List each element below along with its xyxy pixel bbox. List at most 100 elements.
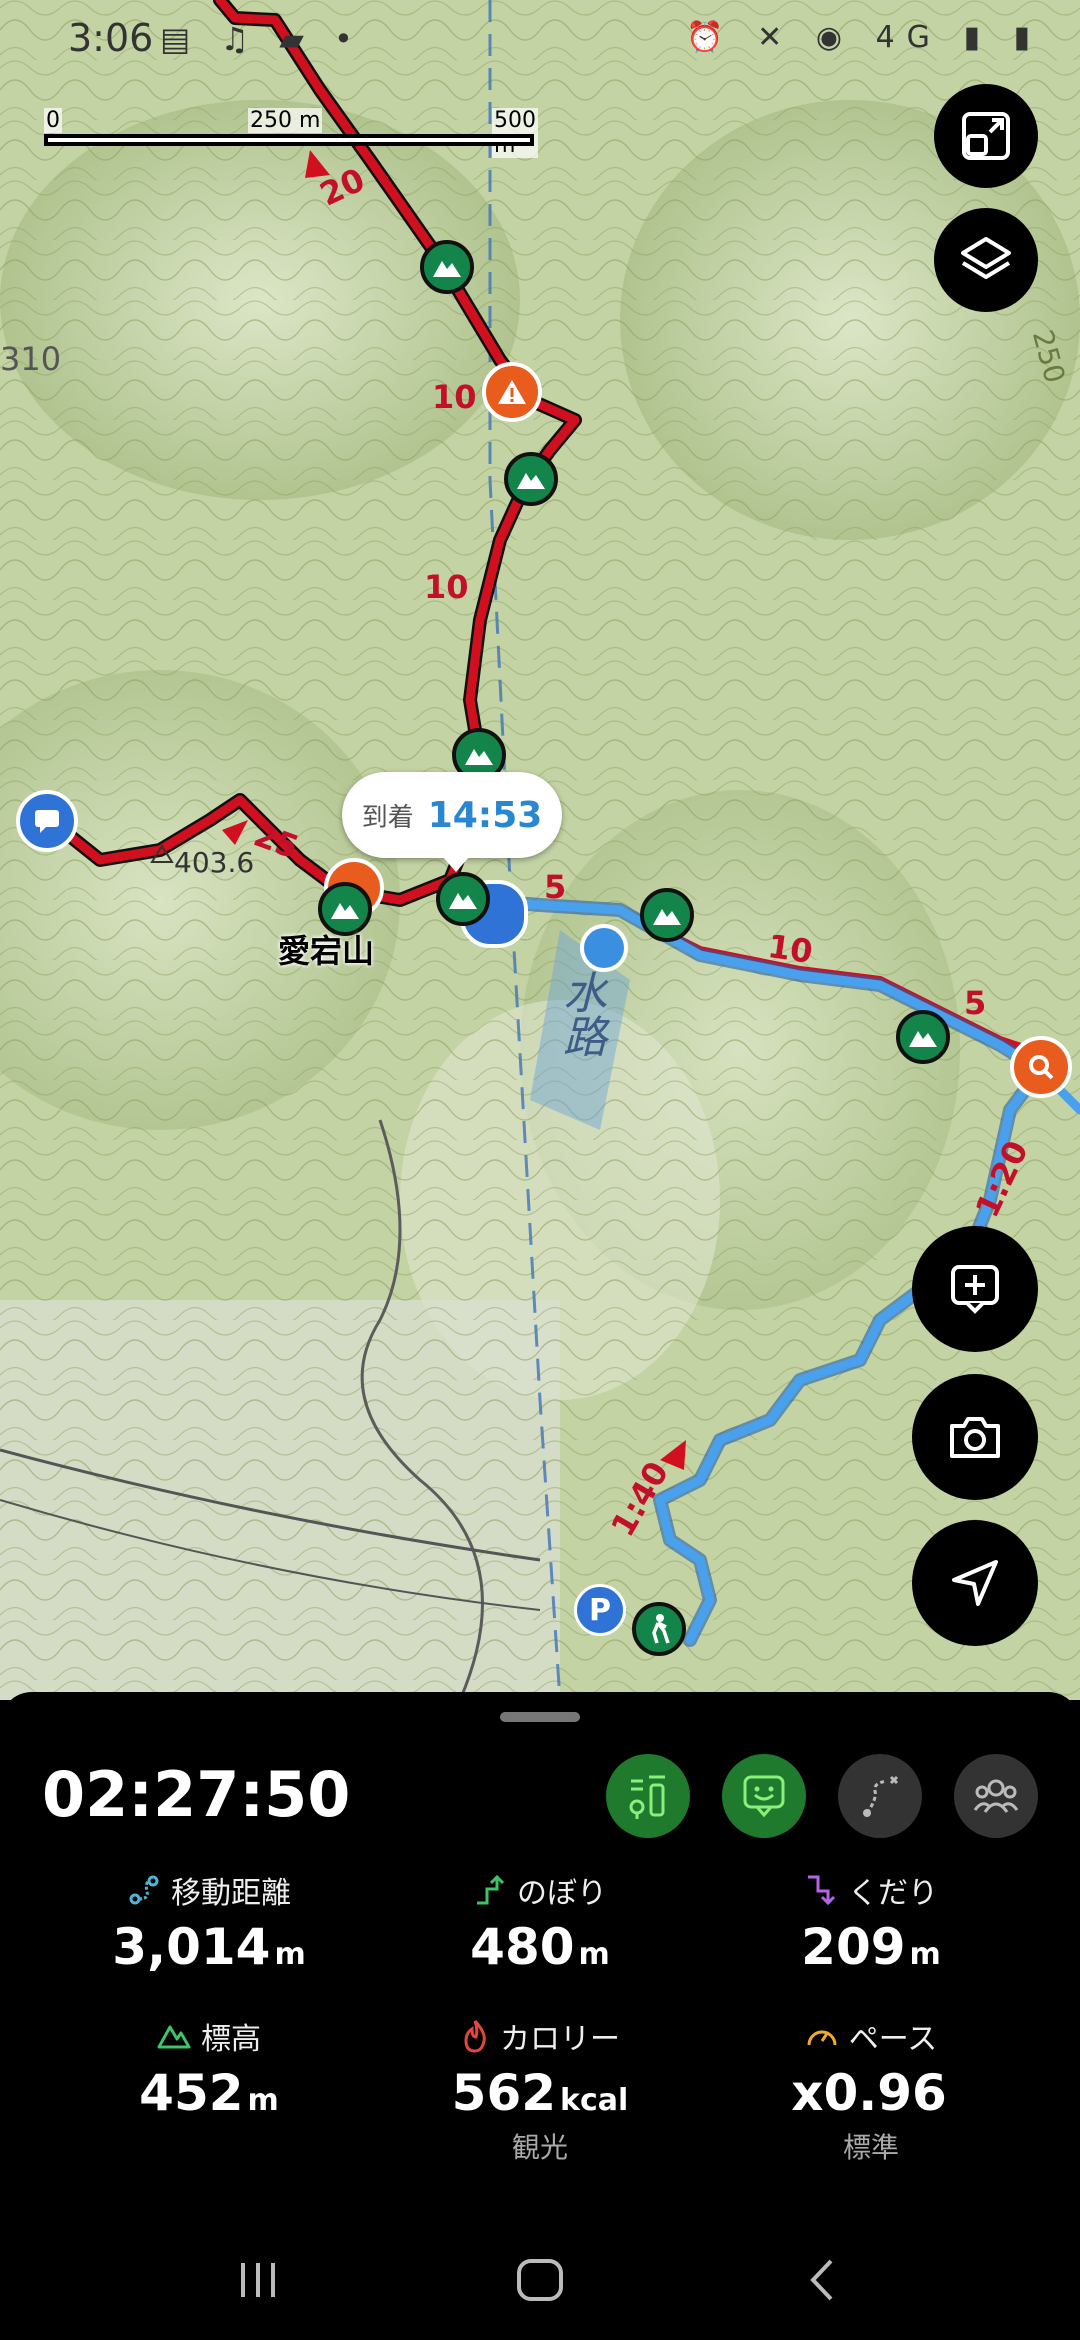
stat-ascent: のぼり 480 m — [375, 1868, 705, 1976]
spot-height-label: 403.6 — [174, 846, 255, 879]
stat-value: 3,014 — [112, 1918, 271, 1976]
hiker-icon — [652, 1614, 670, 1644]
group-toggle[interactable] — [954, 1754, 1038, 1838]
distance-icon — [129, 1875, 159, 1905]
arrival-time: 14:53 — [427, 794, 543, 836]
route-time-5b: 5 — [964, 984, 987, 1022]
mountain-icon — [465, 749, 493, 765]
mountain-poi[interactable] — [640, 888, 694, 942]
stat-descent: くだり 209 m — [706, 1868, 1036, 1976]
mountain-poi[interactable] — [420, 240, 474, 294]
arrival-label: 到着 — [361, 802, 414, 833]
stat-elevation: 標高 452 m — [44, 2014, 374, 2122]
warning-poi[interactable] — [482, 362, 542, 422]
stat-label: 移動距離 — [171, 1876, 291, 1911]
magnifier-icon — [1029, 1055, 1054, 1080]
scale-bar-line — [44, 134, 534, 146]
arrival-bubble[interactable]: 到着 14:53 — [342, 772, 562, 872]
map-view[interactable]: 3:06 ▤ ♫ ▰ • ⏰ ✕ ◉ 4G ▮ ▮ 0 250 m 500 m … — [0, 0, 1080, 1700]
recents-icon — [241, 2263, 275, 2297]
water-label: 水路 — [555, 970, 606, 1058]
layers-button[interactable] — [934, 208, 1038, 312]
sheet-drag-handle[interactable] — [500, 1712, 580, 1722]
route-time-10b: 10 — [424, 568, 469, 606]
group-icon — [973, 1779, 1019, 1813]
system-icons: ⏰ ✕ ◉ 4G ▮ ▮ — [686, 20, 1042, 55]
stat-label: 標高 — [201, 2022, 261, 2057]
descent-icon — [808, 1875, 836, 1906]
stat-subtext: 標準 — [842, 2131, 899, 2164]
stat-unit: m — [578, 1937, 610, 1972]
stat-subtext: 観光 — [511, 2131, 568, 2164]
flame-icon — [464, 2019, 486, 2053]
stat-unit: m — [247, 2083, 279, 2118]
ascent-icon — [477, 1874, 505, 1905]
route-time-5a: 5 — [544, 868, 567, 906]
home-icon — [517, 2259, 563, 2301]
navigation-arrow-icon — [952, 1560, 998, 1606]
stat-value: 562 — [451, 2064, 557, 2122]
route-time-10c: 10 — [765, 927, 815, 971]
home-button[interactable] — [490, 2240, 590, 2320]
notification-icons: ▤ ♫ ▰ • — [160, 20, 363, 58]
stat-value: 209 — [801, 1918, 906, 1976]
mountain-poi[interactable] — [436, 872, 490, 926]
elapsed-time: 02:27:50 — [42, 1758, 351, 1831]
add-comment-icon — [951, 1265, 999, 1314]
stat-label: くだり — [848, 1876, 938, 1911]
stat-unit: m — [274, 1937, 306, 1972]
scale-zero: 0 — [44, 108, 62, 133]
back-icon — [810, 2259, 833, 2301]
stat-value: x0.96 — [791, 2064, 947, 2122]
navigate-button[interactable] — [912, 1520, 1038, 1646]
stat-unit: kcal — [560, 2083, 629, 2118]
stat-value: 452 — [139, 2064, 244, 2122]
add-note-button[interactable] — [912, 1226, 1038, 1352]
peak-name-label: 愛宕山 — [278, 932, 375, 970]
scale-end: 500 m — [492, 108, 538, 158]
path-icon — [863, 1775, 899, 1817]
stat-calories: カロリー 562 kcal 観光 — [375, 2014, 705, 2166]
parking-icon[interactable]: P — [574, 1584, 626, 1636]
stat-distance: 移動距離 3,014 m — [44, 1868, 374, 1976]
search-poi[interactable] — [1010, 1036, 1072, 1098]
emoji-toggle[interactable] — [722, 1754, 806, 1838]
system-navigation-bar — [0, 2220, 1080, 2340]
mountain-icon — [331, 903, 359, 919]
camera-button[interactable] — [912, 1374, 1038, 1500]
mountain-icon — [653, 909, 681, 925]
face-chat-icon — [743, 1775, 785, 1818]
comment-icon — [35, 810, 59, 833]
recent-apps-button[interactable] — [208, 2240, 308, 2320]
stat-label: ペース — [848, 2022, 938, 2057]
stat-pace: ペース x0.96 標準 — [706, 2014, 1036, 2166]
network-type: 4G — [875, 20, 942, 55]
location-dot — [580, 924, 628, 972]
contour-label-310: 310 — [0, 340, 62, 378]
map-scale-bar: 0 250 m 500 m — [44, 108, 538, 158]
warning-icon — [498, 380, 526, 404]
resize-icon — [962, 112, 1010, 160]
route-guide-toggle[interactable] — [606, 1754, 690, 1838]
status-bar: 3:06 ▤ ♫ ▰ • ⏰ ✕ ◉ 4G ▮ ▮ — [0, 0, 1080, 80]
camera-icon — [950, 1417, 1000, 1458]
speedometer-icon — [807, 2030, 837, 2046]
scale-mid: 250 m — [248, 108, 323, 133]
stat-label: のぼり — [517, 1876, 607, 1911]
stat-value: 480 — [470, 1918, 575, 1976]
trailhead-poi[interactable] — [632, 1602, 686, 1656]
mountain-poi[interactable] — [504, 452, 558, 506]
mountain-poi[interactable] — [896, 1010, 950, 1064]
mountain-icon — [449, 893, 477, 909]
route-time-10a: 10 — [432, 378, 477, 416]
elevation-icon — [157, 2025, 191, 2049]
mountain-icon — [433, 261, 461, 277]
back-button[interactable] — [772, 2240, 872, 2320]
mountain-icon — [909, 1031, 937, 1047]
comment-poi[interactable] — [16, 790, 78, 852]
fullscreen-toggle-button[interactable] — [934, 84, 1038, 188]
layers-icon — [961, 237, 1011, 279]
route-guide-icon — [629, 1775, 665, 1819]
offroute-toggle[interactable] — [838, 1754, 922, 1838]
stat-unit: m — [909, 1937, 941, 1972]
